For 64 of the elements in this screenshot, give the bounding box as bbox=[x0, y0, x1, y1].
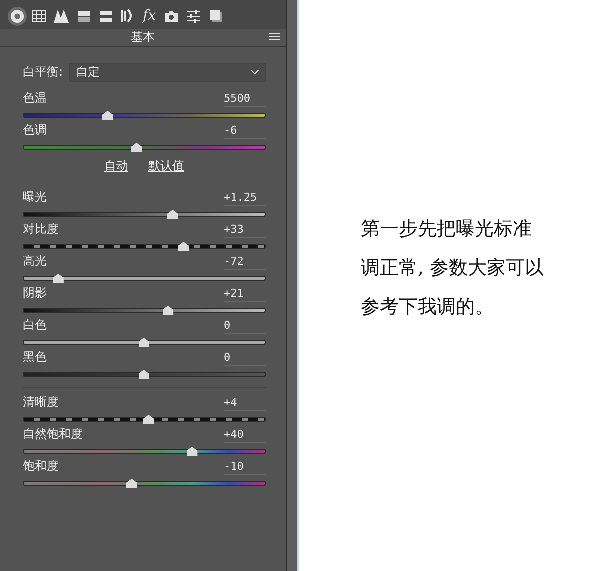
slider-label: 色温 bbox=[23, 90, 47, 107]
slider-label: 清晰度 bbox=[23, 394, 59, 411]
slider-thumb[interactable] bbox=[102, 111, 114, 120]
slider-value-field[interactable]: -6 bbox=[224, 124, 266, 139]
slider-value-field[interactable]: 5500 bbox=[224, 92, 266, 107]
slider-track[interactable] bbox=[23, 145, 266, 150]
preset-link[interactable]: 自动 bbox=[104, 158, 128, 175]
slider-value-field[interactable]: -72 bbox=[224, 255, 266, 270]
caption-line: 参考下我调的。 bbox=[361, 294, 495, 320]
slider-value-field[interactable]: +4 bbox=[224, 396, 266, 411]
slider-track[interactable] bbox=[23, 212, 266, 217]
balance-mode-label: 白平衡: bbox=[23, 64, 64, 81]
slider-label: 饱和度 bbox=[23, 458, 59, 475]
preset-link[interactable]: 默认值 bbox=[148, 158, 184, 175]
bars-icon bbox=[98, 10, 112, 22]
slider-thumb[interactable] bbox=[178, 242, 190, 251]
split-bar-icon bbox=[76, 10, 90, 22]
slider-value-field[interactable]: 0 bbox=[224, 319, 266, 334]
slider-label: 曝光 bbox=[23, 189, 47, 206]
slider-track[interactable] bbox=[23, 308, 266, 313]
panel-title: 基本 bbox=[131, 29, 155, 46]
slider-thumb[interactable] bbox=[167, 210, 178, 219]
slider-track[interactable] bbox=[23, 276, 266, 281]
slider-thumb[interactable] bbox=[126, 479, 138, 488]
slider-thumb[interactable] bbox=[186, 447, 198, 456]
balance-mode-dropdown[interactable]: 自定 bbox=[69, 63, 266, 82]
caption-line: 调正常, 参数大家可以 bbox=[361, 256, 546, 280]
sliders-icon bbox=[186, 10, 201, 22]
lens-icon bbox=[120, 9, 134, 23]
slider-track[interactable] bbox=[23, 372, 266, 377]
slider-value-field[interactable]: 0 bbox=[224, 351, 266, 366]
slider-track[interactable] bbox=[23, 481, 266, 486]
slider-label: 高光 bbox=[23, 253, 47, 270]
slider-track[interactable] bbox=[23, 449, 266, 454]
mountain-icon bbox=[54, 9, 69, 23]
slider-label: 黑色 bbox=[23, 349, 47, 366]
chevron-down-icon bbox=[251, 70, 259, 75]
panel-tab[interactable] bbox=[8, 6, 27, 26]
slider-track[interactable] bbox=[23, 113, 266, 118]
slider-value-field[interactable]: +33 bbox=[224, 223, 266, 238]
slider-value-field[interactable]: +1.25 bbox=[224, 191, 266, 206]
slider-track[interactable] bbox=[23, 340, 266, 345]
slider-thumb[interactable] bbox=[138, 338, 150, 347]
slider-value-field[interactable]: +21 bbox=[224, 287, 266, 302]
slider-label: 色调 bbox=[23, 122, 47, 139]
slider-track[interactable] bbox=[23, 244, 266, 249]
slider-thumb[interactable] bbox=[131, 143, 142, 152]
slider-label: 白色 bbox=[23, 317, 47, 334]
slider-track[interactable] bbox=[23, 417, 266, 422]
layers-icon bbox=[208, 9, 222, 23]
slider-thumb[interactable] bbox=[52, 274, 64, 283]
slider-thumb[interactable] bbox=[138, 370, 150, 379]
slider-value-field[interactable]: -10 bbox=[224, 460, 266, 475]
slider-value-field[interactable]: +40 bbox=[224, 428, 266, 443]
caption-line: 第一步先把曝光标准 bbox=[361, 216, 533, 242]
camera-icon bbox=[164, 10, 179, 22]
grid-icon bbox=[32, 10, 47, 22]
menu-icon[interactable] bbox=[269, 33, 280, 41]
aperture-icon bbox=[10, 8, 25, 24]
slider-label: 对比度 bbox=[23, 221, 59, 238]
slider-thumb[interactable] bbox=[143, 415, 154, 424]
slider-label: 阴影 bbox=[23, 285, 47, 302]
slider-thumb[interactable] bbox=[162, 306, 174, 315]
slider-label: 自然饱和度 bbox=[23, 426, 83, 443]
